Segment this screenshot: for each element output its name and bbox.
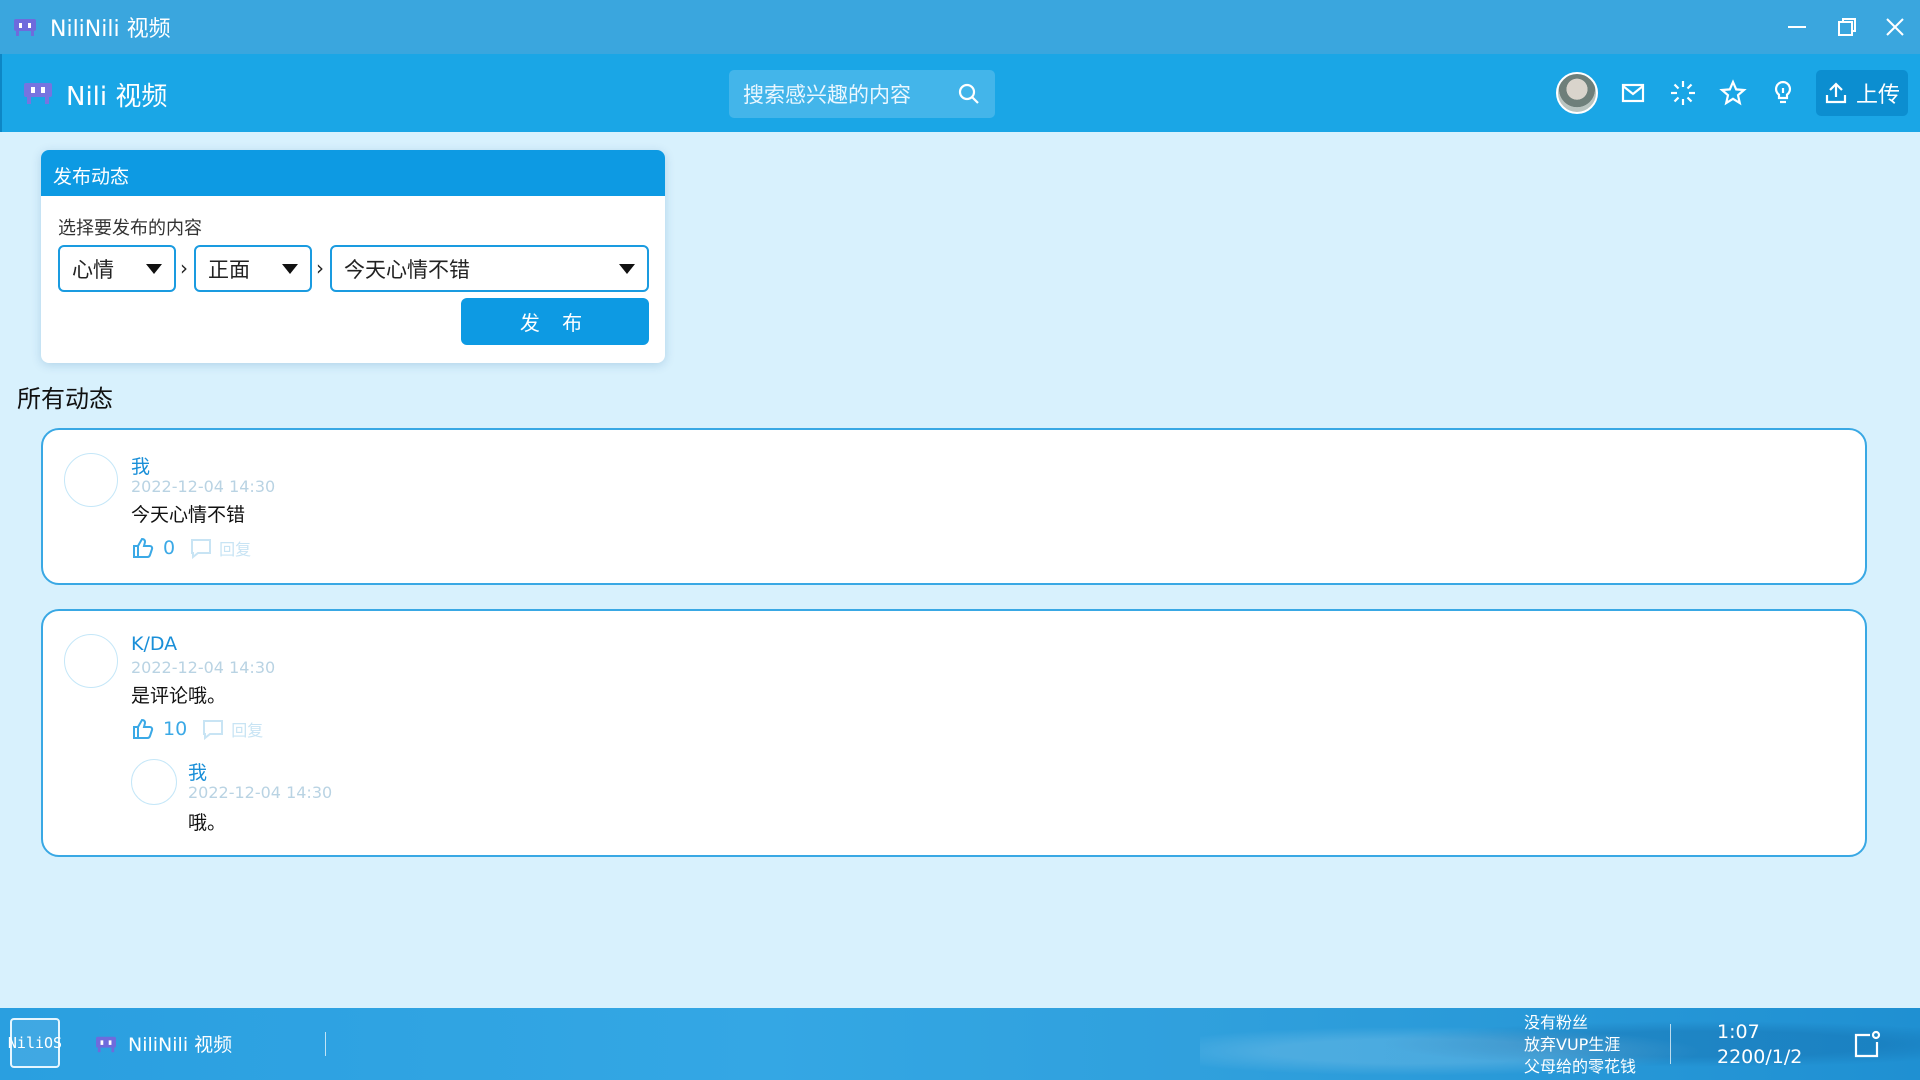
taskbar-app-item[interactable]: NiliNili 视频: [94, 1030, 232, 1057]
comment-icon[interactable]: [201, 718, 225, 740]
title-bar: NiliNili 视频: [0, 0, 1920, 54]
post-card: K/DA 2022-12-04 14:30 是评论哦。 10 回复 我 2022…: [41, 609, 1867, 857]
comment-icon[interactable]: [189, 537, 213, 559]
message-select-value: 今天心情不错: [344, 257, 470, 282]
like-count: 0: [163, 537, 176, 559]
reply-link[interactable]: 回复: [231, 717, 263, 741]
tone-select[interactable]: 正面: [194, 245, 312, 292]
reply-timestamp: 2022-12-04 14:30: [188, 783, 333, 802]
logo-text[interactable]: Nili 视频: [66, 76, 167, 113]
chevron-down-icon: [146, 264, 162, 274]
clock-time: 1:07: [1717, 1021, 1760, 1043]
publish-content-label: 选择要发布的内容: [58, 218, 202, 239]
post-timestamp: 2022-12-04 14:30: [131, 658, 276, 677]
reply-link[interactable]: 回复: [219, 536, 251, 560]
taskbar: NiliOS NiliNili 视频 没有粉丝 放弃VUP生涯 父母给的零花钱 …: [0, 1008, 1920, 1080]
post-actions: 0 回复: [131, 536, 251, 560]
marquee-line: 放弃VUP生涯: [1524, 1035, 1621, 1054]
start-button[interactable]: NiliOS: [8, 1018, 62, 1068]
search-icon[interactable]: [957, 82, 981, 106]
reply-content: 哦。: [188, 812, 227, 834]
taskbar-clock[interactable]: 1:07 2200/1/2: [1717, 1020, 1802, 1070]
mail-icon: [1621, 83, 1645, 103]
minimize-button[interactable]: [1772, 0, 1822, 54]
restore-icon: [1838, 18, 1856, 36]
marquee-line: 父母给的零花钱: [1524, 1057, 1637, 1076]
window-title: NiliNili 视频: [50, 17, 171, 42]
clock-date: 2200/1/2: [1717, 1046, 1803, 1068]
publish-button[interactable]: 发 布: [461, 298, 649, 345]
separator-arrow: ›: [316, 256, 324, 280]
category-select[interactable]: 心情: [58, 245, 176, 292]
ideas-button[interactable]: [1766, 76, 1800, 110]
app-logo-icon[interactable]: [22, 80, 54, 106]
reply-avatar[interactable]: [131, 759, 177, 805]
tone-select-value: 正面: [208, 257, 250, 282]
like-count: 10: [163, 718, 188, 740]
section-title: 所有动态: [17, 385, 113, 413]
status-marquee: 没有粉丝 放弃VUP生涯 父母给的零花钱: [1524, 1012, 1636, 1078]
post-content: 今天心情不错: [131, 504, 246, 526]
post-username[interactable]: 我: [131, 452, 150, 479]
app-logo-icon: [14, 19, 36, 36]
close-button[interactable]: [1870, 0, 1920, 54]
taskbar-app-label: NiliNili 视频: [128, 1034, 233, 1056]
chevron-down-icon: [619, 264, 635, 274]
loading-icon: [1671, 81, 1695, 105]
dynamic-button[interactable]: [1666, 76, 1700, 110]
avatar[interactable]: [64, 453, 118, 507]
thumbs-up-icon[interactable]: [131, 717, 155, 741]
notification-icon[interactable]: [1852, 1030, 1882, 1060]
minimize-icon: [1788, 26, 1806, 28]
publish-panel-title: 发布动态: [41, 150, 665, 196]
chevron-down-icon: [282, 264, 298, 274]
upload-label: 上传: [1855, 83, 1900, 108]
app-header: Nili 视频 搜索感兴趣的内容 上传: [0, 54, 1920, 132]
marquee-line: 没有粉丝: [1524, 1013, 1589, 1032]
mail-button[interactable]: [1616, 76, 1650, 110]
taskbar-divider: [1670, 1024, 1671, 1064]
avatar[interactable]: [64, 634, 118, 688]
message-select[interactable]: 今天心情不错: [330, 245, 649, 292]
user-avatar[interactable]: [1556, 72, 1598, 114]
taskbar-divider: [325, 1032, 326, 1056]
post-content: 是评论哦。: [131, 685, 227, 707]
star-icon: [1719, 79, 1747, 106]
reply-username[interactable]: 我: [188, 758, 207, 785]
upload-icon: [1825, 82, 1847, 104]
thumbs-up-icon[interactable]: [131, 536, 155, 560]
separator-arrow: ›: [180, 256, 188, 280]
search-box[interactable]: 搜索感兴趣的内容: [729, 70, 995, 118]
favorites-button[interactable]: [1716, 76, 1750, 110]
post-username[interactable]: K/DA: [131, 633, 177, 655]
post-actions: 10 回复: [131, 717, 263, 741]
restore-button[interactable]: [1822, 0, 1872, 54]
publish-panel: 发布动态 选择要发布的内容 心情 › 正面 › 今天心情不错 发 布: [41, 150, 665, 363]
search-input[interactable]: 搜索感兴趣的内容: [743, 79, 911, 109]
post-timestamp: 2022-12-04 14:30: [131, 477, 276, 496]
bulb-icon: [1774, 80, 1792, 104]
upload-button[interactable]: 上传: [1816, 70, 1908, 116]
post-card: 我 2022-12-04 14:30 今天心情不错 0 回复: [41, 428, 1867, 585]
app-logo-icon: [96, 1036, 116, 1052]
close-icon: [1886, 18, 1904, 36]
category-select-value: 心情: [72, 257, 114, 282]
